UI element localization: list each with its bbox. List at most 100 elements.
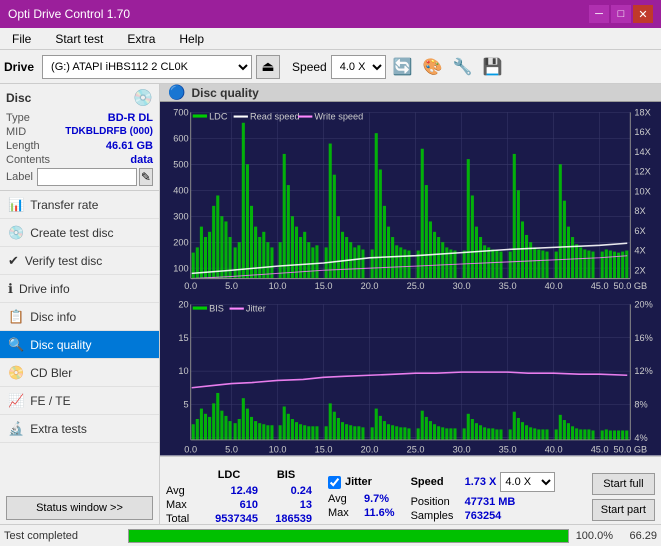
avg-bis: 0.24 [260,485,312,497]
tools-button[interactable]: 🔧 [450,54,476,80]
menu-extra[interactable]: Extra [119,30,163,48]
drive-select[interactable]: (G:) ATAPI iHBS112 2 CL0K [42,55,252,79]
label-edit-button[interactable]: ✎ [139,168,153,186]
svg-text:700: 700 [173,107,188,117]
disc-info-icon: 📋 [8,309,24,325]
refresh-button[interactable]: 🔄 [390,54,416,80]
extra-tests-label: Extra tests [30,422,87,436]
ldc-bis-section: LDC BIS Avg 12.49 0.24 Max 610 13 Total … [166,469,312,524]
svg-text:2X: 2X [634,265,645,275]
status-bar: Test completed 100.0% 66.29 [0,524,661,546]
speed-select[interactable]: 4.0 X 1.0 X 2.0 X 8.0 X [331,55,386,79]
ldc-col-header: LDC [200,469,258,481]
progress-bar-container [128,529,569,543]
max-label: Max [166,499,198,511]
menu-help[interactable]: Help [171,30,212,48]
svg-text:500: 500 [173,159,188,169]
bis-col-header: BIS [260,469,312,481]
svg-text:14X: 14X [634,147,650,157]
start-full-button[interactable]: Start full [592,473,655,495]
sidebar-item-create-test-disc[interactable]: 💿 Create test disc [0,219,159,247]
sidebar-item-extra-tests[interactable]: 🔬 Extra tests [0,415,159,443]
create-test-disc-icon: 💿 [8,225,24,241]
svg-text:10X: 10X [634,186,650,196]
eject-button[interactable]: ⏏ [256,55,280,79]
chart-area: 🔵 Disc quality [160,84,661,524]
svg-text:5: 5 [184,400,189,410]
cd-bler-icon: 📀 [8,365,24,381]
svg-text:10.0: 10.0 [269,281,287,291]
sidebar-item-disc-info[interactable]: 📋 Disc info [0,303,159,331]
contents-value: data [130,154,153,166]
max-bis: 13 [260,499,312,511]
menu-start-test[interactable]: Start test [47,30,111,48]
svg-text:45.0: 45.0 [591,444,609,454]
svg-text:30.0: 30.0 [453,444,471,454]
label-input[interactable] [37,168,137,186]
position-label: Position [411,496,461,508]
settings-button[interactable]: 🎨 [420,54,446,80]
speed-stat-label: Speed [411,476,461,488]
quality-header: 🔵 Disc quality [160,84,661,102]
length-value: 46.61 GB [106,140,153,152]
charts-container: 700 600 500 400 300 200 100 18X 16X 14X … [160,102,661,456]
svg-text:35.0: 35.0 [499,281,517,291]
total-bis: 186539 [260,513,312,524]
disc-icon: 💿 [133,88,153,108]
svg-text:300: 300 [173,211,188,221]
stats-panel: LDC BIS Avg 12.49 0.24 Max 610 13 Total … [160,456,661,524]
svg-text:8X: 8X [634,206,645,216]
svg-text:12X: 12X [634,167,650,177]
sidebar-item-disc-quality[interactable]: 🔍 Disc quality [0,331,159,359]
svg-text:12%: 12% [634,366,652,376]
mid-label: MID [6,126,26,138]
type-value: BD-R DL [108,112,153,124]
svg-text:600: 600 [173,133,188,143]
svg-text:6X: 6X [634,226,645,236]
fe-te-label: FE / TE [30,394,70,408]
speed-label: Speed [292,60,327,74]
svg-text:20.0: 20.0 [361,281,379,291]
samples-value: 763254 [465,510,502,522]
start-part-button[interactable]: Start part [592,499,655,521]
title-bar: Opti Drive Control 1.70 ─ □ ✕ [0,0,661,28]
svg-text:10.0: 10.0 [269,444,287,454]
sidebar-item-fe-te[interactable]: 📈 FE / TE [0,387,159,415]
disc-quality-label: Disc quality [30,338,91,352]
sidebar: Disc 💿 Type BD-R DL MID TDKBLDRFB (000) … [0,84,160,524]
maximize-button[interactable]: □ [611,5,631,23]
drive-label: Drive [4,60,34,74]
jitter-checkbox[interactable] [328,476,341,489]
sidebar-item-transfer-rate[interactable]: 📊 Transfer rate [0,191,159,219]
jitter-avg: 9.7% [364,493,389,505]
svg-text:LDC: LDC [209,112,228,122]
svg-text:Read speed: Read speed [250,112,300,122]
speed-stat-select[interactable]: 4.0 X [500,472,555,492]
verify-test-disc-label: Verify test disc [25,254,102,268]
avg-ldc: 12.49 [200,485,258,497]
svg-text:8%: 8% [634,400,647,410]
sidebar-item-drive-info[interactable]: ℹ Drive info [0,275,159,303]
avg-label: Avg [166,485,198,497]
minimize-button[interactable]: ─ [589,5,609,23]
sidebar-item-verify-test-disc[interactable]: ✔ Verify test disc [0,247,159,275]
status-window-button[interactable]: Status window >> [6,496,153,520]
svg-text:400: 400 [173,185,188,195]
svg-text:20: 20 [178,300,188,310]
sidebar-item-cd-bler[interactable]: 📀 CD Bler [0,359,159,387]
bottom-chart: 20 15 10 5 20% 16% 12% 8% 4% 0.0 5.0 10.… [160,294,661,455]
jitter-label: Jitter [345,476,372,488]
close-button[interactable]: ✕ [633,5,653,23]
cd-bler-label: CD Bler [30,366,72,380]
disc-panel: Disc 💿 Type BD-R DL MID TDKBLDRFB (000) … [0,84,159,191]
svg-text:50.0 GB: 50.0 GB [613,281,647,291]
menu-file[interactable]: File [4,30,39,48]
save-button[interactable]: 💾 [480,54,506,80]
create-test-disc-label: Create test disc [30,226,113,240]
disc-quality-icon: 🔍 [8,337,24,353]
fe-te-icon: 📈 [8,393,24,409]
transfer-rate-icon: 📊 [8,197,24,213]
top-chart: 700 600 500 400 300 200 100 18X 16X 14X … [160,102,661,294]
type-label: Type [6,112,30,124]
svg-text:15.0: 15.0 [315,281,333,291]
